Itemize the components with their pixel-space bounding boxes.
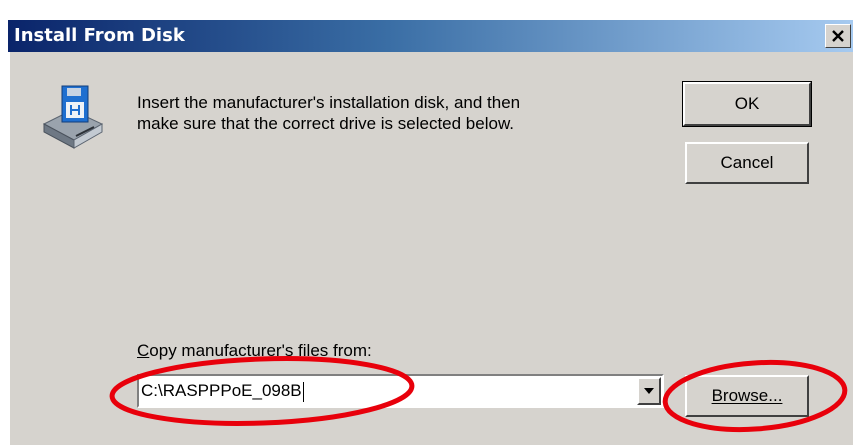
close-icon — [832, 30, 844, 42]
dialog-title: Install From Disk — [14, 25, 185, 46]
copy-from-combobox[interactable]: C:\RASPPPoE_098B — [137, 374, 664, 408]
floppy-disk-drive-icon — [42, 85, 104, 149]
close-button[interactable] — [825, 24, 851, 48]
instruction-text: Insert the manufacturer's installation d… — [137, 93, 521, 133]
dropdown-button[interactable] — [637, 377, 661, 405]
copy-from-label-accelerator: C — [137, 341, 150, 360]
text-caret — [302, 381, 304, 402]
copy-from-label: Copy manufacturer's files from: — [137, 341, 372, 361]
browse-button[interactable]: Browse... — [685, 375, 809, 417]
copy-from-label-text: opy manufacturer's files from: — [149, 341, 372, 360]
browse-button-label: Browse... — [711, 386, 783, 405]
ok-button-label: OK — [734, 94, 760, 113]
copy-from-input[interactable]: C:\RASPPPoE_098B — [141, 377, 621, 405]
chevron-down-icon — [644, 388, 654, 394]
title-bar: Install From Disk — [8, 20, 853, 52]
cancel-button[interactable]: Cancel — [685, 142, 809, 184]
ok-button[interactable]: OK — [682, 81, 812, 127]
cancel-button-label: Cancel — [720, 153, 774, 172]
copy-from-value: C:\RASPPPoE_098B — [141, 381, 302, 400]
